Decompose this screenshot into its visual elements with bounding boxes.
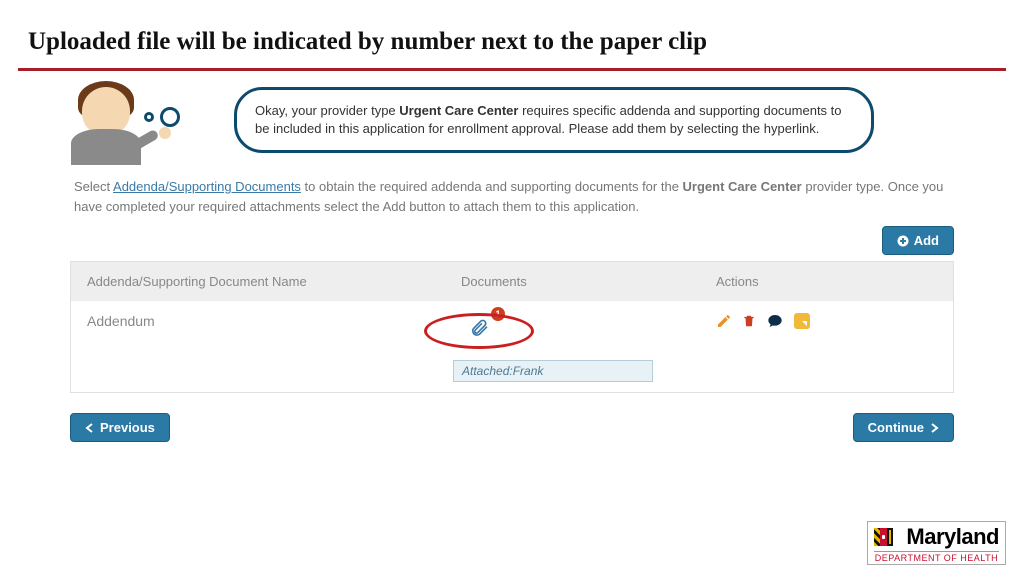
thought-bubble-dots [144, 107, 180, 127]
slide-title: Uploaded file will be indicated by numbe… [0, 0, 1024, 68]
documents-table: Addenda/Supporting Document Name Documen… [70, 261, 954, 393]
col-header-name: Addenda/Supporting Document Name [87, 274, 461, 289]
highlight-ring [424, 313, 534, 349]
arrow-left-icon [85, 423, 95, 433]
plus-circle-icon [897, 235, 909, 247]
arrow-right-icon [929, 423, 939, 433]
comment-icon[interactable] [766, 313, 784, 329]
instruction-text: Select Addenda/Supporting Documents to o… [74, 177, 950, 216]
edit-icon[interactable] [716, 313, 732, 329]
table-row: Addendum 1 Attached:Frank [87, 313, 937, 382]
title-underline [18, 68, 1006, 71]
speech-bubble: Okay, your provider type Urgent Care Cen… [234, 87, 874, 153]
col-header-actions: Actions [716, 274, 937, 289]
continue-button[interactable]: Continue [853, 413, 954, 442]
row-name: Addendum [87, 313, 461, 329]
attached-filename: Attached:Frank [453, 360, 653, 382]
add-button[interactable]: Add [882, 226, 954, 255]
maryland-health-logo: Maryland DEPARTMENT OF HEALTH [867, 521, 1006, 566]
previous-button[interactable]: Previous [70, 413, 170, 442]
note-icon[interactable] [794, 313, 810, 329]
addenda-link[interactable]: Addenda/Supporting Documents [113, 179, 301, 194]
assistant-avatar [70, 87, 142, 165]
col-header-docs: Documents [461, 274, 716, 289]
attachment-indicator[interactable]: 1 [461, 313, 497, 348]
delete-icon[interactable] [742, 313, 756, 329]
